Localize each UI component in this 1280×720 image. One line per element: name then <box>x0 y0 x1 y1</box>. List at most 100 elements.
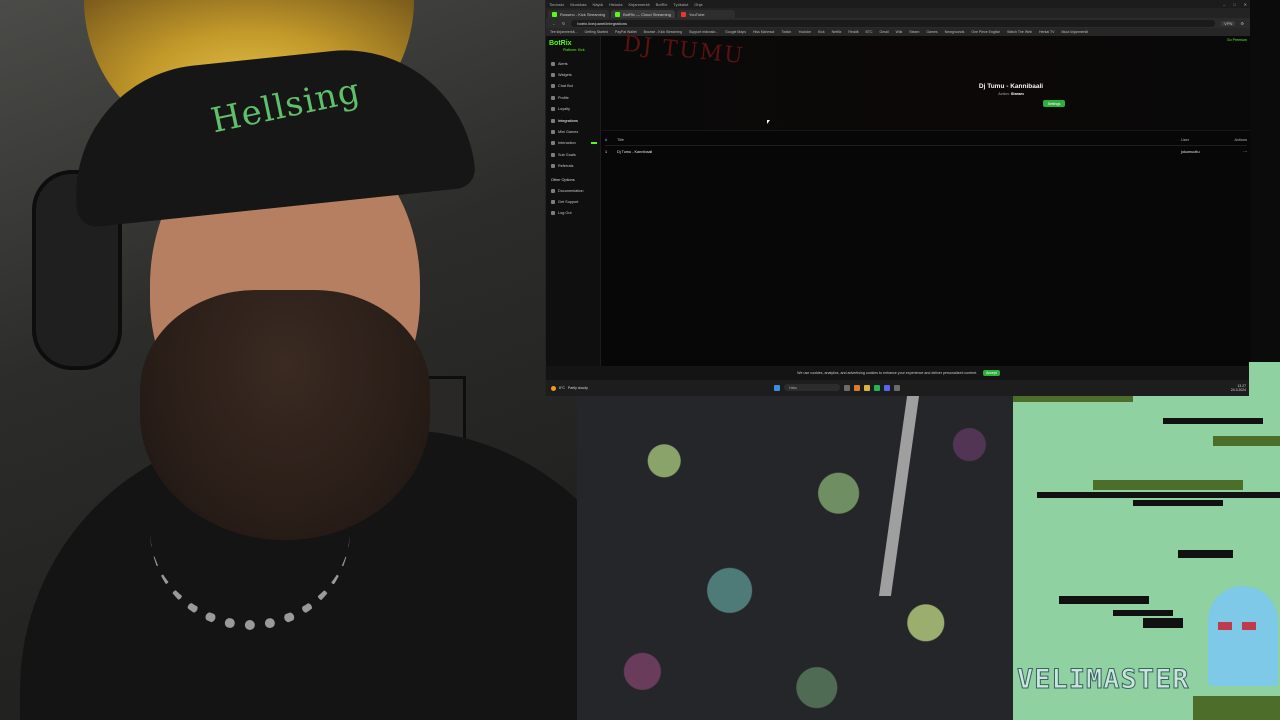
cookie-banner: We use cookies, analytics, and advertisi… <box>546 366 1251 380</box>
cell-num: 1 <box>605 149 608 154</box>
sidebar-item-label: Loyalty <box>558 107 571 112</box>
sidebar-item-integrations[interactable]: Integrations <box>549 115 597 126</box>
sidebar-item-loyalty[interactable]: Loyalty <box>549 104 597 115</box>
taskbar-clock[interactable]: 13.27 24.3.2024 <box>1231 384 1246 392</box>
reload-icon[interactable]: ↻ <box>562 21 565 26</box>
terrain-strip <box>1059 596 1149 604</box>
bookmark[interactable]: Gmail <box>880 30 889 34</box>
bookmark[interactable]: Tee kirjanmerkit... <box>550 30 577 34</box>
firefox-icon[interactable] <box>854 384 860 391</box>
bookmark[interactable]: Twitch <box>781 30 791 34</box>
tab-youtube[interactable]: YouTube <box>676 10 735 18</box>
sidebar-item-log-out[interactable]: Log Out <box>549 208 597 219</box>
col-num[interactable]: # <box>605 138 617 142</box>
bookmark[interactable]: Netflix <box>832 30 842 34</box>
sidebar-item-documentation[interactable]: Documentation <box>549 185 597 196</box>
bookmark[interactable]: Steam <box>909 30 919 34</box>
weather-temp: 6°C <box>559 386 565 390</box>
taskbar-search[interactable]: Haku <box>784 384 840 391</box>
settings-button[interactable]: Settings <box>1043 100 1065 107</box>
menu-botrix[interactable]: BotRix <box>656 2 668 7</box>
platform-label: Platform: Kick <box>563 48 585 52</box>
menu-edit[interactable]: Muokkaa <box>570 2 586 7</box>
extensions-icon[interactable]: ⚙ <box>1240 21 1244 26</box>
other-options-heading: Other Options <box>551 177 575 182</box>
sidebar-item-referrals[interactable]: Referrals <box>549 161 597 172</box>
go-premium-button[interactable]: Go Premium <box>1227 38 1247 42</box>
tab-kick[interactable]: Rossmo - Kick Streaming <box>548 10 610 18</box>
bookmark[interactable]: Reddit <box>848 30 858 34</box>
sidebar-item-alerts[interactable]: Alerts <box>549 58 597 69</box>
patterned-curtain <box>577 396 1013 720</box>
tab-label: BotRix — Cloud Streaming <box>623 11 671 17</box>
close-icon[interactable]: ✕ <box>1244 2 1247 7</box>
sidebar-item-mini-games[interactable]: Mini Games <box>549 126 597 137</box>
game-overlay-edge <box>1249 362 1280 396</box>
minimize-icon[interactable]: – <box>1223 2 1225 7</box>
bookmark[interactable]: Support mikroskr... <box>689 30 718 34</box>
sidebar-item-interaction[interactable]: Interaction <box>549 138 597 149</box>
chat-icon <box>551 84 555 89</box>
col-user[interactable]: User <box>1181 138 1233 142</box>
sidebar-item-profile[interactable]: Profile <box>549 92 597 103</box>
table-header: # Title User Actions <box>605 135 1247 146</box>
bookmark[interactable]: One Piece English <box>971 30 1000 34</box>
menu-history[interactable]: Historia <box>609 2 623 7</box>
song-action: Action: Stream <box>911 92 1111 96</box>
bookmark[interactable]: Muut kirjanmerkit <box>1061 30 1088 34</box>
tab-label: Rossmo - Kick Streaming <box>560 11 606 17</box>
col-title[interactable]: Title <box>617 138 1181 142</box>
sidebar-item-get-support[interactable]: Get Support <box>549 196 597 207</box>
bookmark[interactable]: BTC <box>866 30 873 34</box>
obs-icon[interactable] <box>894 384 900 391</box>
bookmark[interactable]: Kick <box>818 30 825 34</box>
sidebar-item-label: Widgets <box>558 73 572 78</box>
sidebar-item-widgets[interactable]: Widgets <box>549 69 597 80</box>
vpn-badge[interactable]: VPN <box>1221 20 1236 26</box>
bookmark[interactable]: Wiki <box>896 30 903 34</box>
folder-icon[interactable] <box>864 384 870 391</box>
bookmark[interactable]: Games <box>926 30 937 34</box>
menu-file[interactable]: Tiedosto <box>549 2 564 7</box>
tab-botrix[interactable]: BotRix — Cloud Streaming <box>611 10 675 18</box>
bookmark[interactable]: Youtube <box>798 30 811 34</box>
kick-icon <box>552 11 557 17</box>
cookie-accept-button[interactable]: Accept <box>983 370 1000 376</box>
bookmark[interactable]: Hentai TV <box>1039 30 1055 34</box>
back-icon[interactable]: ← <box>552 21 556 26</box>
bookmark[interactable]: Hiss Mahmud <box>753 30 774 34</box>
terrain-strip <box>1143 618 1183 628</box>
action-label: Action: <box>998 92 1010 96</box>
logout-icon <box>551 211 555 216</box>
menu-help[interactable]: Ohje <box>694 2 702 7</box>
discord-icon[interactable] <box>884 384 890 391</box>
menu-bookmarks[interactable]: Kirjanmerkit <box>628 2 649 7</box>
book-icon <box>551 188 555 193</box>
sidebar-item-label: Alerts <box>558 61 568 66</box>
table-row[interactable]: 1 Dj Tumu - Kannibaali jokumuuttu ⋯ <box>605 146 1247 157</box>
weather-widget[interactable]: 6°C Partly cloudy <box>551 385 588 391</box>
bookmark[interactable]: Watch The Web <box>1007 30 1032 34</box>
windows-start-icon[interactable] <box>774 384 780 391</box>
velimaster-logo: VELIMASTER <box>1017 664 1190 696</box>
app-icon[interactable] <box>844 384 850 391</box>
support-icon <box>551 199 555 204</box>
bookmark[interactable]: Google Maps <box>725 30 746 34</box>
menu-tools[interactable]: Työkalut <box>673 2 688 7</box>
terrain-strip <box>1178 550 1233 558</box>
sidebar-item-sub-goals[interactable]: Sub Goals <box>549 149 597 160</box>
url-input[interactable]: botrix.live/panel/integrations <box>571 19 1216 27</box>
bookmark[interactable]: Newgrounds <box>945 30 965 34</box>
spotify-icon[interactable] <box>874 384 880 391</box>
new-badge <box>591 142 597 145</box>
menu-view[interactable]: Näytä <box>592 2 602 7</box>
sidebar-item-label: Get Support <box>558 199 579 204</box>
bookmark[interactable]: Getting Started <box>584 30 608 34</box>
botrix-logo[interactable]: BotRix <box>549 40 597 47</box>
goal-icon <box>551 152 555 157</box>
terrain-strip <box>1037 492 1280 498</box>
sidebar-item-chat-bot[interactable]: Chat Bot <box>549 81 597 92</box>
ghost-mascot <box>1208 586 1278 686</box>
row-actions-button[interactable]: ⋯ <box>1233 149 1247 154</box>
maximize-icon[interactable]: □ <box>1233 2 1235 7</box>
